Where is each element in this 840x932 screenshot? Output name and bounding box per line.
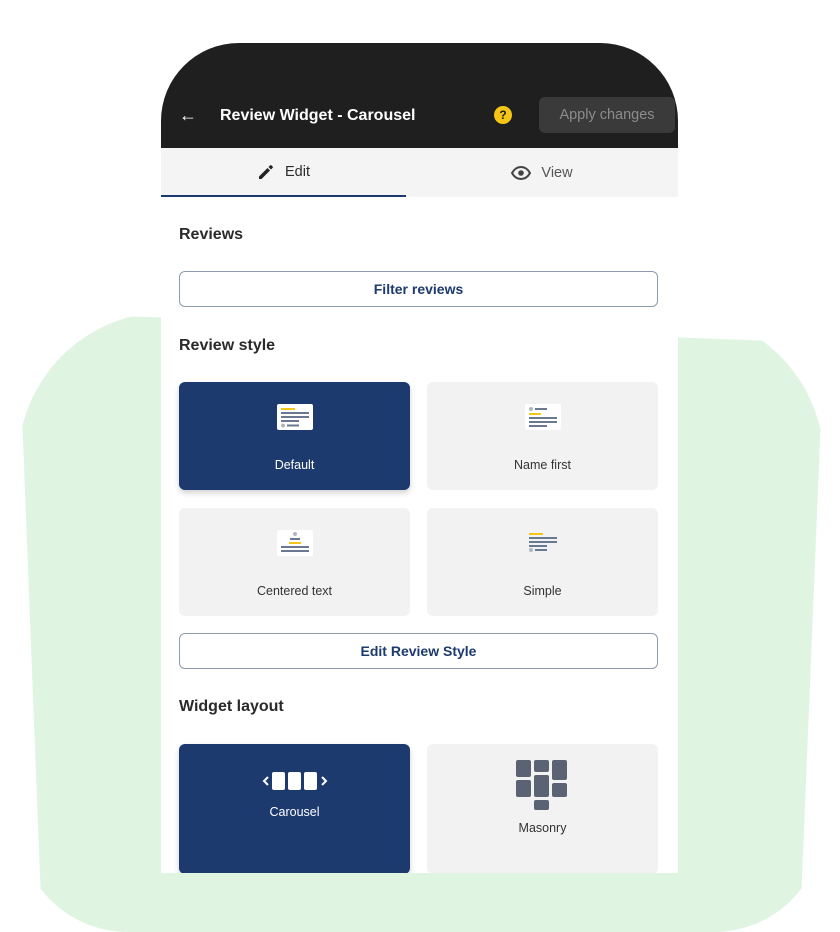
- name-first-style-thumbnail-icon: [525, 404, 561, 430]
- style-card-label: Centered text: [256, 584, 333, 598]
- carousel-layout-icon: [262, 772, 328, 790]
- layout-card-label: Masonry: [518, 821, 567, 835]
- style-card-default[interactable]: Default: [179, 382, 410, 490]
- simple-style-thumbnail-icon: [529, 533, 557, 552]
- style-card-name-first[interactable]: Name first: [427, 382, 658, 490]
- tab-view-label: View: [541, 164, 573, 181]
- page-title: Review Widget - Carousel: [220, 107, 415, 124]
- phone-frame: ← Review Widget - Carousel ? Apply chang…: [161, 43, 678, 873]
- tab-view[interactable]: View: [406, 148, 678, 197]
- layout-card-masonry[interactable]: Masonry: [427, 744, 658, 873]
- centered-text-style-thumbnail-icon: [277, 530, 313, 556]
- reviews-heading: Reviews: [179, 226, 244, 243]
- tab-edit[interactable]: Edit: [161, 148, 406, 197]
- top-bar: ← Review Widget - Carousel ? Apply chang…: [161, 43, 678, 148]
- widget-layout-heading: Widget layout: [179, 698, 284, 715]
- style-card-label: Simple: [523, 584, 562, 598]
- style-card-label: Name first: [514, 458, 571, 472]
- masonry-layout-icon: [516, 760, 567, 810]
- style-card-label: Default: [274, 458, 315, 472]
- layout-card-carousel[interactable]: Carousel: [179, 744, 410, 873]
- help-icon[interactable]: ?: [494, 106, 512, 124]
- style-card-centered-text[interactable]: Centered text: [179, 508, 410, 616]
- review-style-heading: Review style: [179, 337, 276, 354]
- filter-reviews-button[interactable]: Filter reviews: [179, 271, 658, 307]
- layout-card-label: Carousel: [269, 805, 320, 819]
- back-arrow-icon[interactable]: ←: [177, 104, 199, 126]
- apply-changes-button[interactable]: Apply changes: [539, 97, 675, 133]
- default-style-thumbnail-icon: [277, 404, 313, 430]
- edit-review-style-button[interactable]: Edit Review Style: [179, 633, 658, 669]
- tab-bar: Edit View: [161, 148, 678, 197]
- style-card-simple[interactable]: Simple: [427, 508, 658, 616]
- tab-edit-label: Edit: [285, 163, 310, 180]
- eye-icon: [511, 165, 532, 180]
- pencil-icon: [259, 164, 273, 179]
